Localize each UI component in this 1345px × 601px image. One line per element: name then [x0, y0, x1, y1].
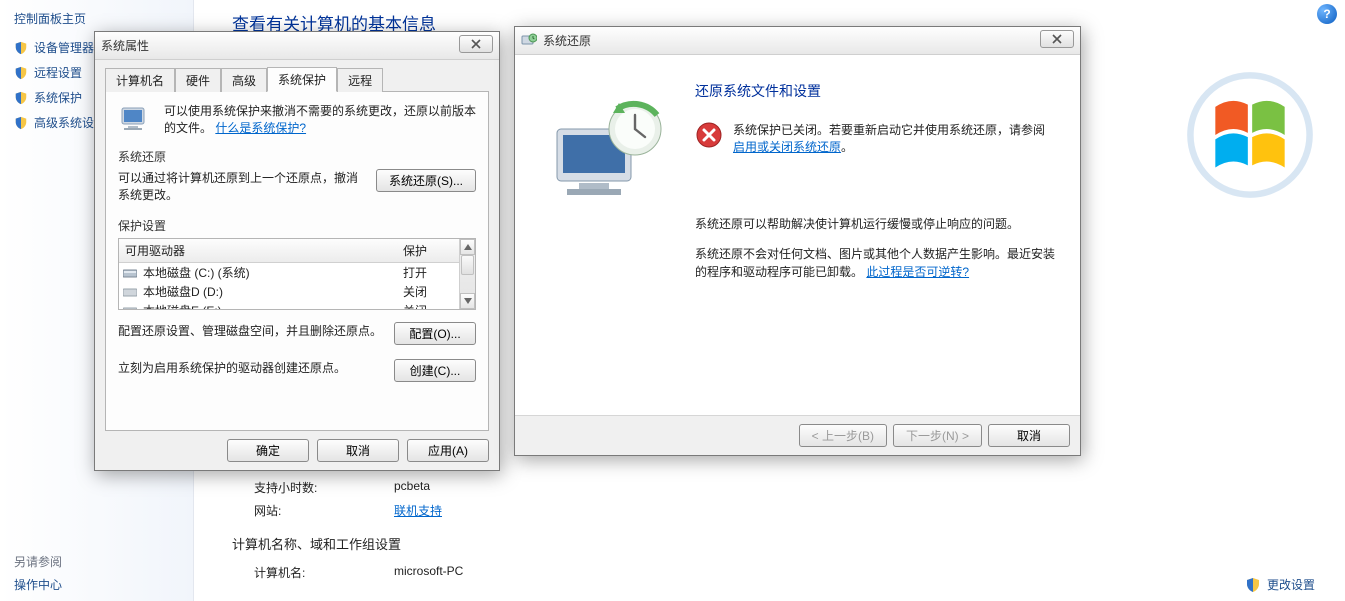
disk-icon — [123, 268, 137, 278]
scroll-down-button[interactable] — [460, 293, 475, 309]
computer-name-section-header: 计算机名称、域和工作组设置 — [232, 534, 1325, 553]
scroll-thumb[interactable] — [461, 255, 474, 275]
system-properties-dialog: 系统属性 计算机名 硬件 高级 系统保护 远程 可以使用系统保护来撤消不需要的系… — [94, 31, 500, 471]
help-icon[interactable]: ? — [1317, 4, 1337, 24]
sidebar-item-label: 远程设置 — [34, 64, 82, 81]
disk-icon — [123, 306, 137, 311]
change-settings-label: 更改设置 — [1267, 576, 1315, 593]
restore-help-text-2: 系统还原不会对任何文档、图片或其他个人数据产生影响。最近安装的程序和驱动程序可能… — [695, 245, 1056, 281]
drive-table[interactable]: 可用驱动器 保护 本地磁盘 (C:) (系统) 打开 本地磁盘D (D:) 关闭… — [118, 238, 476, 310]
create-desc: 立刻为启用系统保护的驱动器创建还原点。 — [118, 359, 384, 376]
tab-strip: 计算机名 硬件 高级 系统保护 远程 — [105, 68, 489, 92]
dialog-title: 系统还原 — [543, 32, 591, 49]
sidebar-item-label: 系统保护 — [34, 89, 82, 106]
reversible-link[interactable]: 此过程是否可逆转? — [866, 265, 969, 279]
shield-icon — [14, 66, 28, 80]
drive-row[interactable]: 本地磁盘D (D:) 关闭 — [119, 282, 475, 301]
scrollbar[interactable] — [459, 239, 475, 309]
tab-panel: 可以使用系统保护来撤消不需要的系统更改，还原以前版本的文件。 什么是系统保护? … — [105, 92, 489, 431]
apply-button[interactable]: 应用(A) — [407, 439, 489, 462]
restore-help-text-1: 系统还原可以帮助解决使计算机运行缓慢或停止响应的问题。 — [695, 215, 1056, 233]
online-support-link[interactable]: 联机支持 — [394, 504, 442, 518]
drive-row[interactable]: 本地磁盘 (C:) (系统) 打开 — [119, 263, 475, 282]
tab-hardware[interactable]: 硬件 — [175, 68, 221, 92]
hours-label: 支持小时数: — [254, 479, 394, 496]
configure-desc: 配置还原设置、管理磁盘空间，并且删除还原点。 — [118, 322, 384, 339]
titlebar[interactable]: 系统属性 — [95, 32, 499, 60]
system-restore-button[interactable]: 系统还原(S)... — [376, 169, 476, 192]
sidebar-item-label: 设备管理器 — [34, 39, 94, 56]
see-also-section: 另请参阅 操作中心 — [14, 553, 62, 593]
drive-row[interactable]: 本地磁盘E (E:) 关闭 — [119, 301, 475, 310]
error-icon — [695, 121, 723, 149]
cancel-button[interactable]: 取消 — [988, 424, 1070, 447]
system-restore-desc: 可以通过将计算机还原到上一个还原点，撤消系统更改。 — [118, 169, 366, 203]
create-button[interactable]: 创建(C)... — [394, 359, 476, 382]
restore-graphic-icon — [539, 81, 679, 405]
tab-advanced[interactable]: 高级 — [221, 68, 267, 92]
tab-remote[interactable]: 远程 — [337, 68, 383, 92]
cancel-button[interactable]: 取消 — [317, 439, 399, 462]
scroll-up-button[interactable] — [460, 239, 475, 255]
close-button[interactable] — [1040, 30, 1074, 48]
computer-name-label: 计算机名: — [254, 564, 394, 581]
action-center-link[interactable]: 操作中心 — [14, 576, 62, 593]
computer-name-value: microsoft-PC — [394, 564, 463, 581]
restore-title-icon — [521, 33, 537, 49]
ok-button[interactable]: 确定 — [227, 439, 309, 462]
configure-button[interactable]: 配置(O)... — [394, 322, 476, 345]
protection-description: 可以使用系统保护来撤消不需要的系统更改，还原以前版本的文件。 什么是系统保护? — [164, 102, 476, 136]
shield-icon — [14, 116, 28, 130]
error-text: 系统保护已关闭。若要重新启动它并使用系统还原，请参阅启用或关闭系统还原。 — [733, 121, 1056, 155]
drive-name: 本地磁盘E (E:) — [141, 301, 401, 310]
drive-name: 本地磁盘D (D:) — [141, 282, 401, 301]
shield-icon — [1245, 577, 1261, 593]
tab-system-protection[interactable]: 系统保护 — [267, 67, 337, 92]
next-button: 下一步(N) > — [893, 424, 982, 447]
shield-icon — [14, 91, 28, 105]
shield-icon — [14, 41, 28, 55]
back-button: < 上一步(B) — [799, 424, 887, 447]
drive-name: 本地磁盘 (C:) (系统) — [141, 263, 401, 282]
disk-icon — [123, 287, 137, 297]
close-button[interactable] — [459, 35, 493, 53]
hours-value: pcbeta — [394, 479, 430, 496]
change-settings-link[interactable]: 更改设置 — [1245, 576, 1315, 593]
titlebar[interactable]: 系统还原 — [515, 27, 1080, 55]
site-label: 网站: — [254, 502, 394, 519]
tab-computer-name[interactable]: 计算机名 — [105, 68, 175, 92]
protection-settings-heading: 保护设置 — [118, 217, 476, 234]
col-header-drive: 可用驱动器 — [123, 241, 401, 260]
system-restore-heading: 系统还原 — [118, 148, 476, 165]
dialog-title: 系统属性 — [101, 37, 149, 54]
what-is-system-protection-link[interactable]: 什么是系统保护? — [215, 121, 306, 135]
drive-table-header: 可用驱动器 保护 — [119, 239, 475, 263]
enable-restore-link[interactable]: 启用或关闭系统还原 — [733, 140, 841, 154]
system-restore-dialog: 系统还原 还原系统文件和设置 — [514, 26, 1081, 456]
system-protection-icon — [118, 102, 154, 138]
see-also-label: 另请参阅 — [14, 553, 62, 570]
windows-logo-icon — [1185, 70, 1315, 200]
restore-heading: 还原系统文件和设置 — [695, 81, 1056, 101]
